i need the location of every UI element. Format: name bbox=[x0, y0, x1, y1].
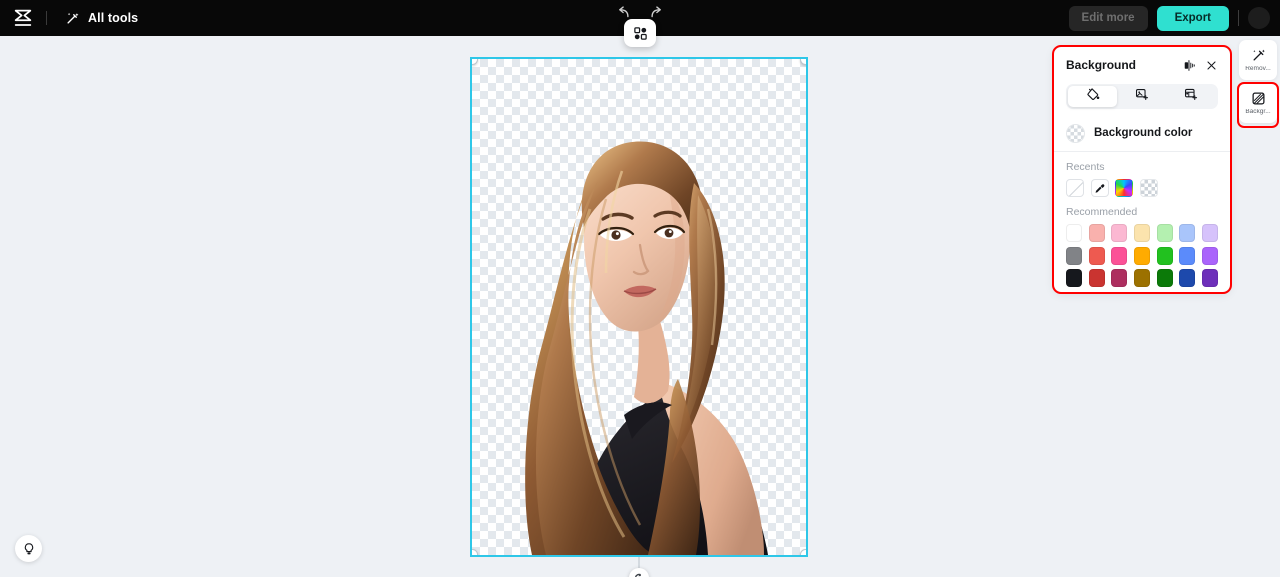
edit-more-button[interactable]: Edit more bbox=[1068, 5, 1148, 31]
recommended-swatch-1-1[interactable] bbox=[1088, 246, 1105, 265]
panel-divider bbox=[1054, 151, 1230, 152]
recommended-swatch-2-5[interactable] bbox=[1179, 269, 1196, 287]
recommended-swatch-2-1[interactable] bbox=[1088, 269, 1105, 287]
swatch-eyedropper[interactable] bbox=[1090, 179, 1109, 197]
redo-arrow-icon[interactable] bbox=[647, 5, 664, 20]
recommended-swatch-2-2[interactable] bbox=[1111, 269, 1128, 287]
portrait-image bbox=[525, 141, 768, 555]
export-button[interactable]: Export bbox=[1156, 5, 1229, 31]
recommended-swatch-0-1[interactable] bbox=[1088, 224, 1105, 242]
recommended-label: Recommended bbox=[1066, 206, 1138, 218]
all-tools-button[interactable]: All tools bbox=[65, 11, 138, 26]
swatch-transparent[interactable] bbox=[1139, 179, 1158, 197]
top-right-actions: Edit more Export bbox=[1068, 0, 1280, 36]
recommended-swatch-2-6[interactable] bbox=[1201, 269, 1218, 287]
recommended-swatch-2-4[interactable] bbox=[1156, 269, 1173, 287]
recommended-swatch-0-4[interactable] bbox=[1156, 224, 1173, 242]
recommended-swatch-0-2[interactable] bbox=[1111, 224, 1128, 242]
panel-tabs bbox=[1066, 84, 1218, 109]
recommended-swatch-0-0[interactable] bbox=[1066, 224, 1083, 242]
recommended-swatch-1-4[interactable] bbox=[1156, 246, 1173, 265]
app-root: All tools Edit more Export Background Ba… bbox=[0, 0, 1280, 577]
right-rail: Remov... Backgr... bbox=[1236, 40, 1280, 123]
handle-bottom-left[interactable] bbox=[472, 549, 478, 555]
tab-template[interactable] bbox=[1167, 86, 1216, 107]
recommended-swatch-0-3[interactable] bbox=[1133, 224, 1151, 242]
recommended-swatch-1-5[interactable] bbox=[1179, 246, 1196, 265]
toolbar-divider bbox=[46, 11, 47, 25]
panel-header: Background bbox=[1066, 49, 1218, 81]
recommended-swatch-0-5[interactable] bbox=[1179, 224, 1196, 242]
rail-item-remove[interactable]: Remov... bbox=[1239, 40, 1277, 80]
capcut-logo-icon[interactable] bbox=[0, 0, 46, 36]
recommended-swatch-1-2[interactable] bbox=[1111, 246, 1128, 265]
undo-arrow-icon[interactable] bbox=[616, 5, 633, 20]
swatch-none[interactable] bbox=[1066, 179, 1084, 197]
rail-item-background[interactable]: Backgr... bbox=[1239, 83, 1277, 123]
all-tools-label: All tools bbox=[88, 11, 139, 25]
compare-split-icon[interactable] bbox=[1183, 59, 1196, 72]
image-selection-frame[interactable] bbox=[470, 57, 808, 557]
paint-bucket-icon bbox=[1086, 87, 1100, 106]
recommended-row bbox=[1066, 269, 1218, 287]
rail-item-label: Remov... bbox=[1245, 66, 1271, 73]
recommended-swatch-0-6[interactable] bbox=[1201, 224, 1218, 242]
background-color-label: Background color bbox=[1094, 127, 1193, 139]
recommended-swatch-2-3[interactable] bbox=[1133, 269, 1151, 287]
swatch-rainbow[interactable] bbox=[1115, 179, 1133, 197]
rotate-handle-icon[interactable] bbox=[629, 568, 649, 577]
recommended-swatches bbox=[1066, 224, 1218, 287]
top-right-divider bbox=[1238, 10, 1239, 26]
recommended-row bbox=[1066, 224, 1218, 242]
panel-title: Background bbox=[1066, 58, 1137, 72]
add-template-icon bbox=[1184, 87, 1198, 106]
recommended-row bbox=[1066, 246, 1218, 265]
cutout-shapes-icon[interactable] bbox=[624, 19, 656, 47]
recommended-swatch-1-0[interactable] bbox=[1066, 246, 1083, 265]
tab-image[interactable] bbox=[1117, 86, 1166, 107]
recommended-swatch-1-6[interactable] bbox=[1201, 246, 1218, 265]
magic-wand-icon bbox=[65, 11, 80, 26]
tab-fill-color[interactable] bbox=[1068, 86, 1118, 107]
selection-wrapper bbox=[470, 57, 808, 577]
lightbulb-icon[interactable] bbox=[15, 535, 42, 562]
handle-top-right[interactable] bbox=[800, 59, 806, 65]
avatar[interactable] bbox=[1248, 7, 1270, 29]
close-icon[interactable] bbox=[1205, 59, 1218, 72]
transparent-checker-icon bbox=[1066, 123, 1085, 143]
background-color-row[interactable]: Background color bbox=[1066, 115, 1218, 151]
background-panel: Background Background color Recents Reco… bbox=[1054, 47, 1230, 292]
add-image-icon bbox=[1135, 87, 1149, 106]
recommended-swatch-2-0[interactable] bbox=[1066, 269, 1083, 287]
rail-item-label: Backgr... bbox=[1245, 109, 1271, 116]
magic-wand-eraser-icon bbox=[1250, 47, 1267, 64]
handle-bottom-right[interactable] bbox=[800, 549, 806, 555]
recents-swatches bbox=[1066, 179, 1218, 197]
background-square-icon bbox=[1250, 90, 1267, 107]
undo-redo-group bbox=[616, 5, 664, 20]
recommended-swatch-1-3[interactable] bbox=[1133, 246, 1151, 265]
recents-label: Recents bbox=[1066, 161, 1105, 173]
